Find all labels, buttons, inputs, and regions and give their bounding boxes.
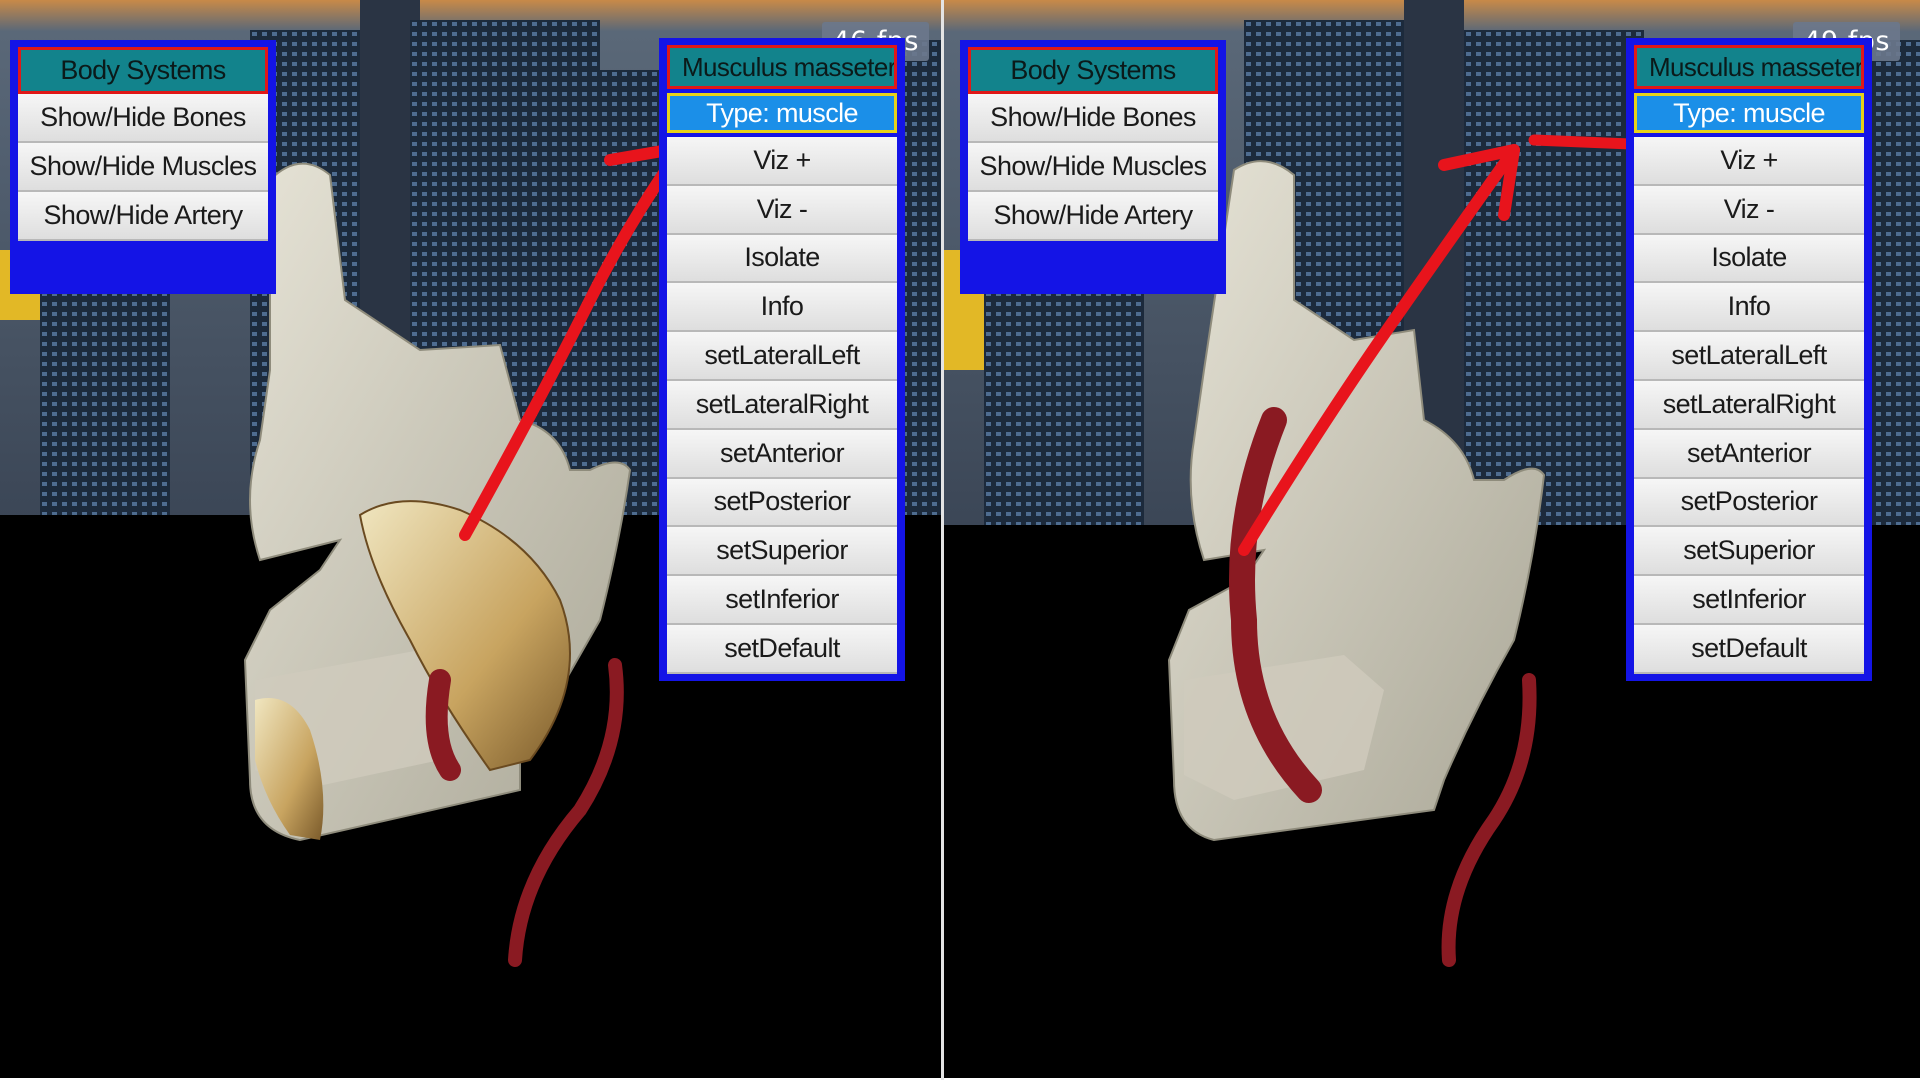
- organ-type-label: Type: muscle: [1634, 93, 1864, 133]
- set-superior-button[interactable]: setSuperior: [1634, 527, 1864, 577]
- viz-minus-button[interactable]: Viz -: [667, 185, 897, 235]
- viewport-left[interactable]: 46 fps Body Systems Show/Hide Bones Show…: [0, 0, 941, 1078]
- isolate-button[interactable]: Isolate: [1634, 234, 1864, 284]
- body-systems-panel: Body Systems Show/Hide Bones Show/Hide M…: [10, 40, 276, 294]
- info-button[interactable]: Info: [1634, 283, 1864, 333]
- set-inferior-button[interactable]: setInferior: [1634, 576, 1864, 625]
- organ-name-label: Musculus masseter: [667, 45, 897, 89]
- set-anterior-button[interactable]: setAnterior: [1634, 429, 1864, 479]
- set-lateral-right-button[interactable]: setLateralRight: [667, 380, 897, 430]
- viewport-right[interactable]: 49 fps Body Systems Show/Hide Bones Show…: [944, 0, 1920, 1078]
- viz-plus-button[interactable]: Viz +: [667, 137, 897, 186]
- show-hide-bones-button[interactable]: Show/Hide Bones: [18, 94, 268, 143]
- show-hide-bones-button[interactable]: Show/Hide Bones: [968, 94, 1218, 143]
- set-lateral-right-button[interactable]: setLateralRight: [1634, 380, 1864, 430]
- set-lateral-left-button[interactable]: setLateralLeft: [667, 332, 897, 381]
- body-systems-title[interactable]: Body Systems: [18, 47, 268, 94]
- organ-type-label: Type: muscle: [667, 93, 897, 133]
- organ-panel: Musculus masseter Type: muscle Viz + Viz…: [659, 38, 905, 681]
- show-hide-muscles-button[interactable]: Show/Hide Muscles: [18, 143, 268, 192]
- set-lateral-left-button[interactable]: setLateralLeft: [1634, 332, 1864, 381]
- viz-minus-button[interactable]: Viz -: [1634, 185, 1864, 235]
- set-anterior-button[interactable]: setAnterior: [667, 429, 897, 479]
- set-superior-button[interactable]: setSuperior: [667, 527, 897, 577]
- set-posterior-button[interactable]: setPosterior: [1634, 478, 1864, 528]
- viz-plus-button[interactable]: Viz +: [1634, 137, 1864, 186]
- show-hide-artery-button[interactable]: Show/Hide Artery: [18, 192, 268, 241]
- body-systems-title[interactable]: Body Systems: [968, 47, 1218, 94]
- set-posterior-button[interactable]: setPosterior: [667, 478, 897, 528]
- isolate-button[interactable]: Isolate: [667, 234, 897, 284]
- set-default-button[interactable]: setDefault: [667, 624, 897, 674]
- set-default-button[interactable]: setDefault: [1634, 624, 1864, 674]
- set-inferior-button[interactable]: setInferior: [667, 576, 897, 625]
- info-button[interactable]: Info: [667, 283, 897, 333]
- show-hide-muscles-button[interactable]: Show/Hide Muscles: [968, 143, 1218, 192]
- organ-panel: Musculus masseter Type: muscle Viz + Viz…: [1626, 38, 1872, 681]
- stereo-screenshot: 46 fps Body Systems Show/Hide Bones Show…: [0, 0, 1920, 1080]
- body-systems-panel: Body Systems Show/Hide Bones Show/Hide M…: [960, 40, 1226, 294]
- show-hide-artery-button[interactable]: Show/Hide Artery: [968, 192, 1218, 241]
- organ-name-label: Musculus masseter: [1634, 45, 1864, 89]
